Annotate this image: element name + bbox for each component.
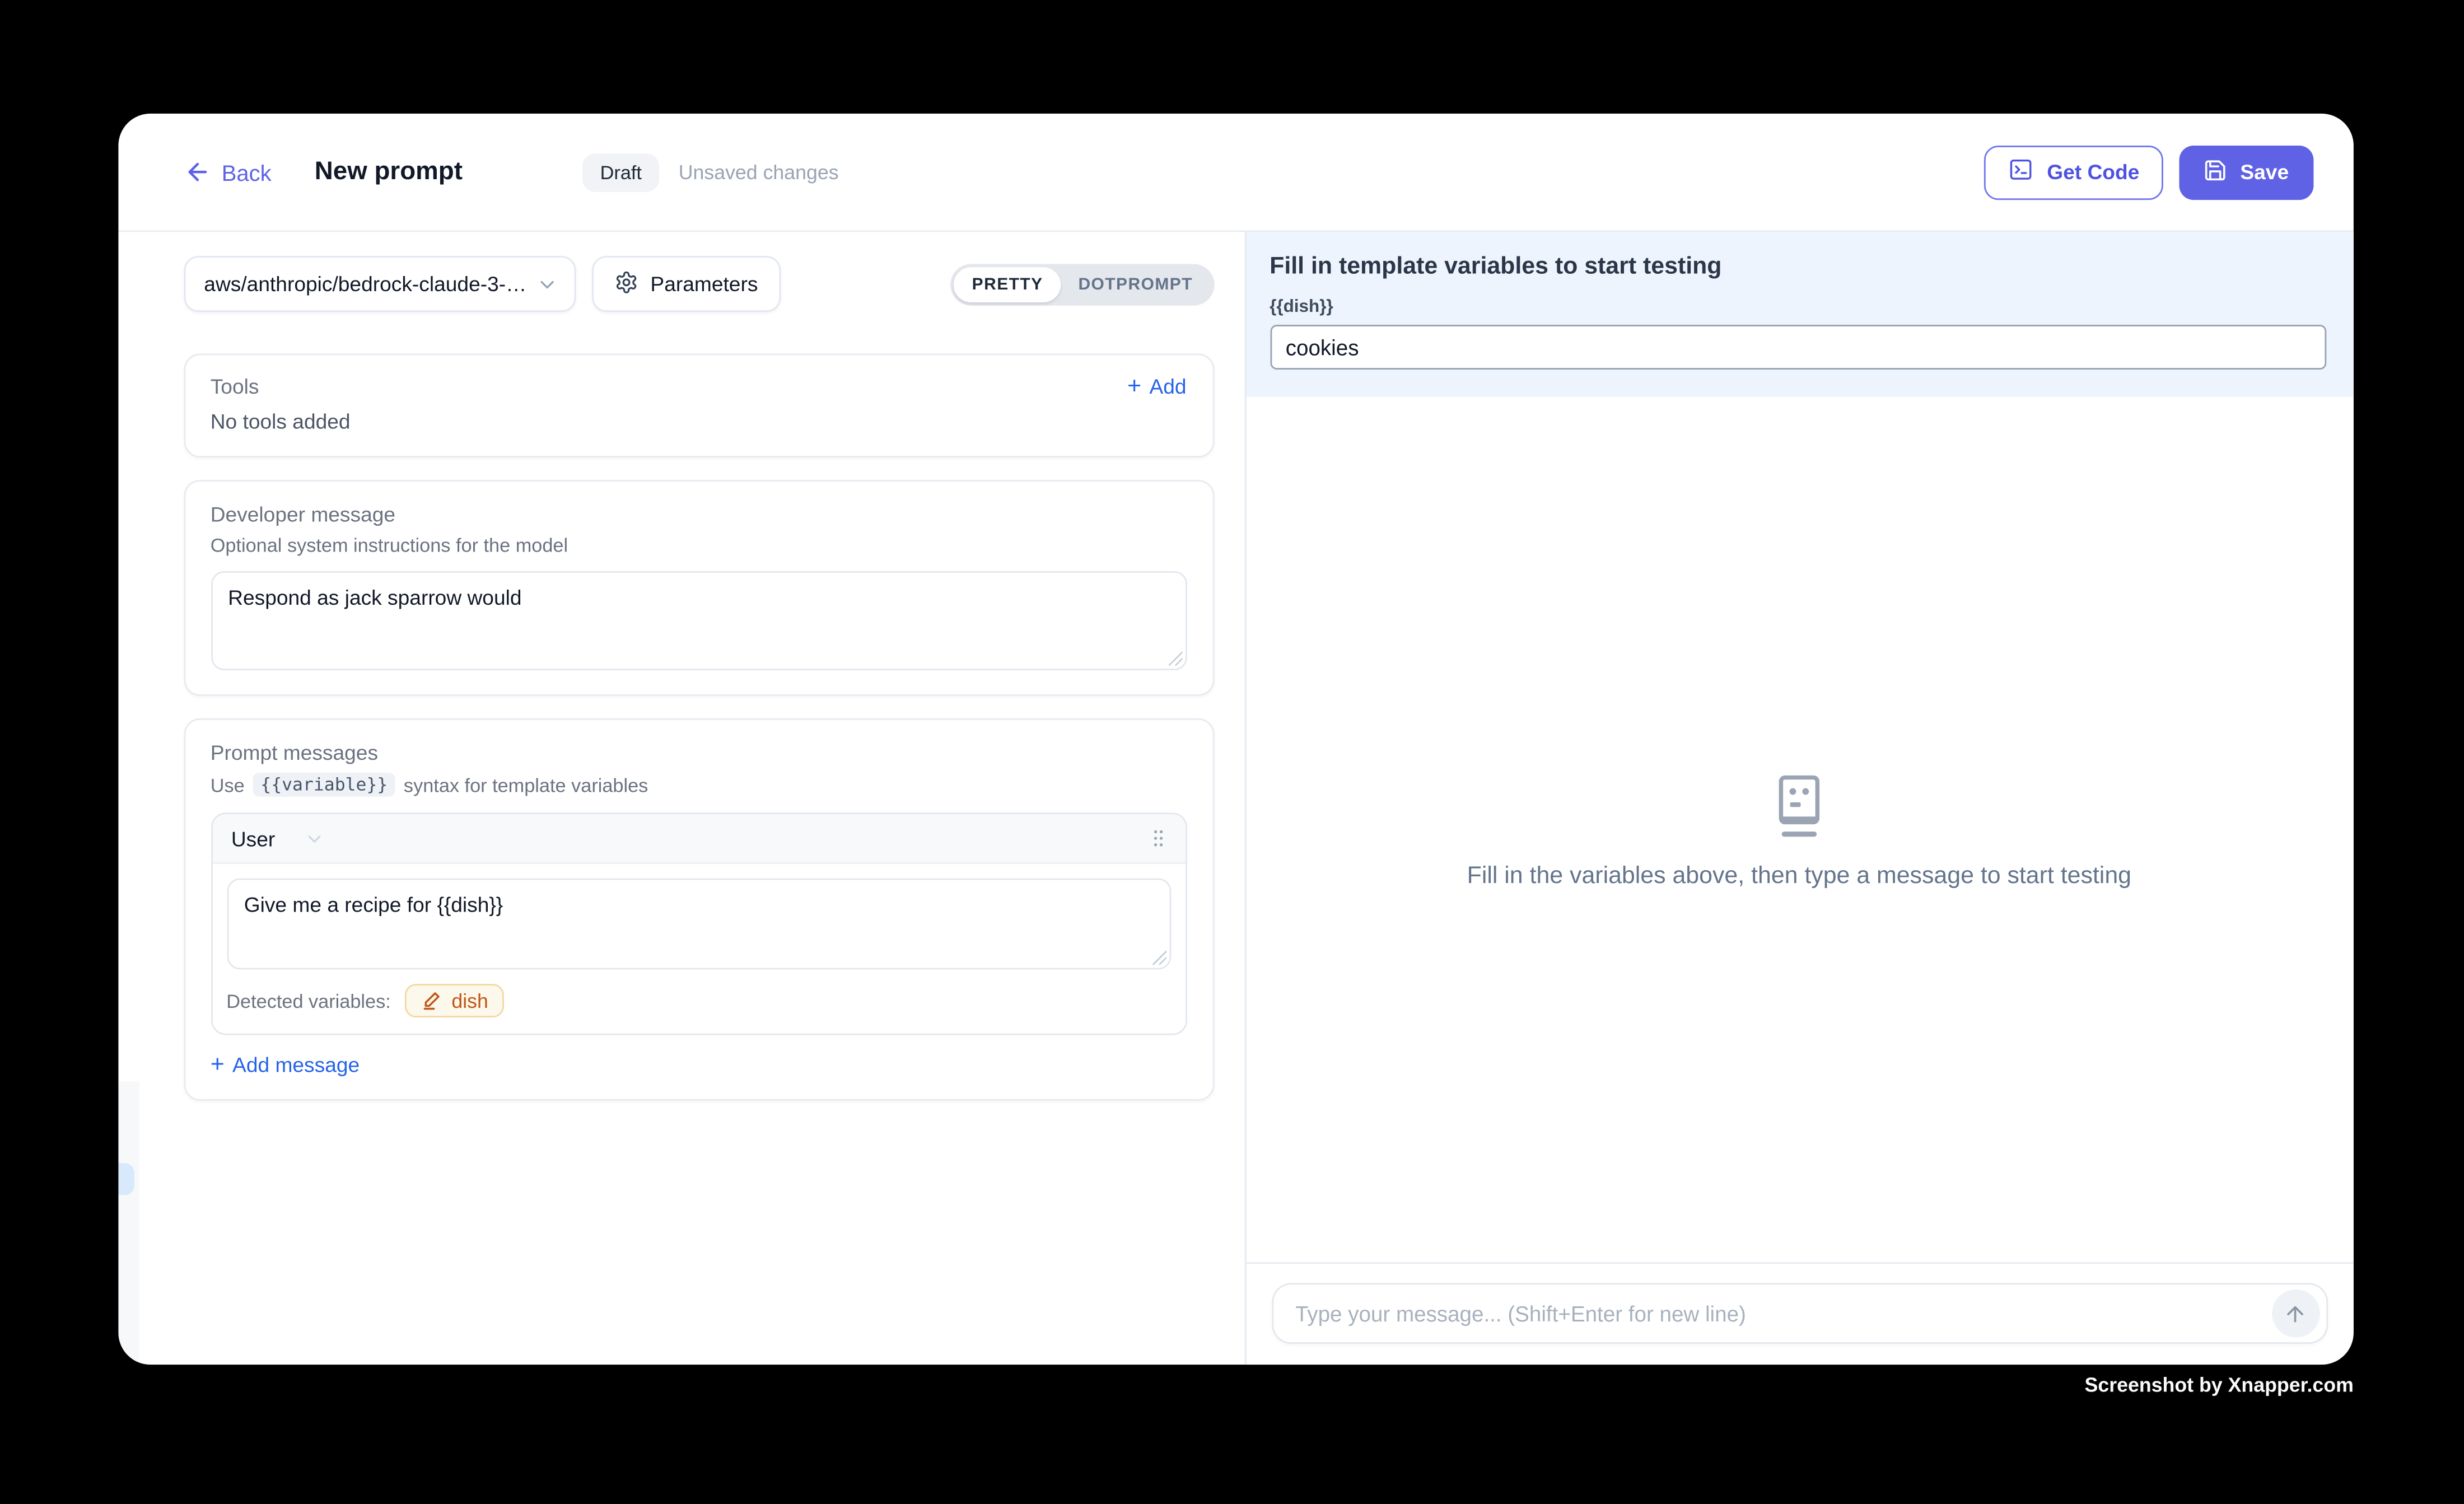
variable-badge-label: dish xyxy=(451,989,488,1012)
template-variables-section: Fill in template variables to start test… xyxy=(1245,232,2353,396)
gear-icon xyxy=(614,269,638,298)
add-tool-button[interactable]: + Add xyxy=(1127,375,1186,399)
role-select-value[interactable]: User xyxy=(231,826,275,851)
chat-message-input[interactable] xyxy=(1292,1300,2271,1327)
terminal-icon xyxy=(2009,157,2034,187)
detected-variables-label: Detected variables: xyxy=(226,989,391,1012)
model-selector-value: aws/anthropic/bedrock-claude-3-5-s... xyxy=(204,272,535,296)
developer-message-card: Developer message Optional system instru… xyxy=(183,480,1214,696)
template-hint: Use {{variable}} syntax for template var… xyxy=(211,773,1187,797)
content-split: aws/anthropic/bedrock-claude-3-5-s... Pa… xyxy=(118,232,2353,1365)
add-message-label: Add message xyxy=(232,1053,360,1077)
save-label: Save xyxy=(2240,160,2289,184)
page-title: New prompt xyxy=(315,157,463,186)
header: Back New prompt Draft Unsaved changes Ge… xyxy=(118,114,2353,232)
variable-badge-dish[interactable]: dish xyxy=(405,984,505,1017)
resize-handle-icon[interactable] xyxy=(1167,651,1182,666)
tools-card-header: Tools + Add xyxy=(211,375,1187,399)
back-label: Back xyxy=(222,159,272,185)
back-button[interactable]: Back xyxy=(183,158,271,186)
developer-message-title: Developer message xyxy=(211,502,1187,526)
composer-box xyxy=(1271,1283,2327,1344)
save-icon xyxy=(2204,157,2228,186)
add-tool-label: Add xyxy=(1149,375,1186,399)
chat-empty-state: Fill in the variables above, then type a… xyxy=(1467,770,2131,889)
variables-section-title: Fill in template variables to start test… xyxy=(1270,253,2326,280)
view-mode-toggle: PRETTY DOTPROMPT xyxy=(951,263,1214,305)
save-button[interactable]: Save xyxy=(2180,145,2313,199)
developer-message-input[interactable]: Respond as jack sparrow would xyxy=(211,571,1187,670)
send-button[interactable] xyxy=(2271,1290,2320,1338)
watermark-text: Screenshot by Xnapper.com xyxy=(2085,1374,2354,1396)
plus-icon: + xyxy=(1127,375,1141,399)
model-toolbar: aws/anthropic/bedrock-claude-3-5-s... Pa… xyxy=(118,256,1244,312)
get-code-button[interactable]: Get Code xyxy=(1985,145,2163,199)
add-message-button[interactable]: + Add message xyxy=(211,1053,1187,1077)
prompt-editor-panel: aws/anthropic/bedrock-claude-3-5-s... Pa… xyxy=(118,232,1245,1365)
developer-message-subtitle: Optional system instructions for the mod… xyxy=(211,534,1187,557)
variable-syntax-chip: {{variable}} xyxy=(253,773,396,797)
model-selector[interactable]: aws/anthropic/bedrock-claude-3-5-s... xyxy=(183,256,575,312)
user-message-input[interactable]: Give me a recipe for {{dish}} xyxy=(226,879,1170,970)
toggle-dotprompt[interactable]: DOTPROMPT xyxy=(1061,267,1210,302)
parameters-button[interactable]: Parameters xyxy=(591,256,781,312)
app-window: Back New prompt Draft Unsaved changes Ge… xyxy=(118,114,2353,1365)
hint-suffix: syntax for template variables xyxy=(404,773,648,796)
chat-empty-text: Fill in the variables above, then type a… xyxy=(1467,862,2131,889)
message-block: User Give me a recipe for {{dish}} Detec… xyxy=(211,812,1187,1035)
variable-dish-label: {{dish}} xyxy=(1270,297,2326,316)
tools-empty-text: No tools added xyxy=(211,409,1187,433)
chevron-down-icon xyxy=(535,273,558,295)
side-panel-selected-item-fragment xyxy=(118,1163,134,1195)
plus-icon: + xyxy=(211,1053,225,1077)
chat-area: Fill in the variables above, then type a… xyxy=(1245,397,2353,1263)
status-group: Draft Unsaved changes xyxy=(582,153,838,191)
status-badge: Draft xyxy=(582,153,659,191)
resize-handle-icon[interactable] xyxy=(1151,950,1166,965)
arrow-up-icon xyxy=(2283,1301,2307,1325)
arrow-left-icon xyxy=(183,158,211,186)
side-panel-fragment xyxy=(118,1081,138,1365)
pencil-line-icon xyxy=(421,991,442,1011)
test-panel: Fill in template variables to start test… xyxy=(1245,232,2353,1365)
chevron-down-icon xyxy=(304,828,325,849)
get-code-label: Get Code xyxy=(2047,160,2139,184)
message-field-wrap: Give me a recipe for {{dish}} xyxy=(226,879,1170,970)
prompt-messages-card: Prompt messages Use {{variable}} syntax … xyxy=(183,718,1214,1101)
grip-vertical-icon[interactable] xyxy=(1146,827,1169,849)
tools-title: Tools xyxy=(211,375,259,399)
variable-dish-input[interactable] xyxy=(1270,325,2326,370)
composer-section xyxy=(1245,1262,2353,1365)
parameters-label: Parameters xyxy=(650,272,758,296)
toggle-pretty[interactable]: PRETTY xyxy=(954,267,1061,302)
developer-message-field-wrap: Respond as jack sparrow would xyxy=(211,571,1187,670)
bot-face-icon xyxy=(1770,770,1829,839)
screenshot-stage: Back New prompt Draft Unsaved changes Ge… xyxy=(0,0,2464,1504)
unsaved-changes-text: Unsaved changes xyxy=(679,161,839,183)
prompt-messages-title: Prompt messages xyxy=(211,741,1187,765)
tools-card: Tools + Add No tools added xyxy=(183,353,1214,457)
message-body: Give me a recipe for {{dish}} Detected v… xyxy=(212,864,1185,1034)
hint-prefix: Use xyxy=(211,773,245,796)
header-actions: Get Code Save xyxy=(1985,145,2313,199)
message-role-header: User xyxy=(212,814,1185,864)
detected-variables-row: Detected variables: dish xyxy=(226,984,1170,1017)
